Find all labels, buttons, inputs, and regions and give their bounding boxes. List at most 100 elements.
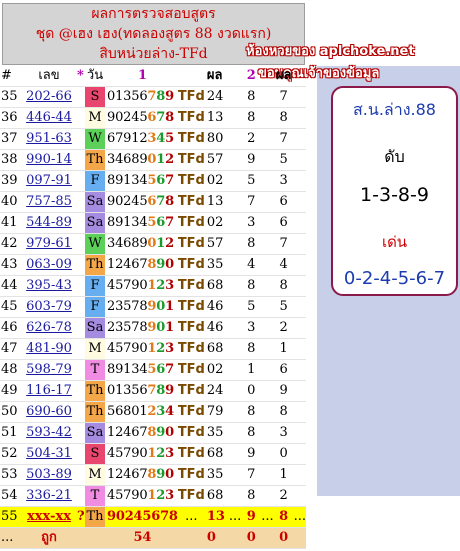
row-number: 39 [0, 170, 21, 192]
row-code-link[interactable]: xxx-xx [21, 506, 77, 528]
panel-title: ส.น.ล่าง.88 [353, 100, 436, 119]
sequence-digit: 0 [156, 299, 166, 314]
gap-cell [293, 86, 307, 108]
digit-2-value: 3 [241, 317, 262, 339]
sequence-digit: 5 [115, 341, 124, 356]
row-code-link[interactable]: 544-89 [21, 212, 77, 234]
sequence-digit: 8 [147, 257, 157, 272]
table-row: 48 598-79 T 89134567 TFd 02 1 6 [0, 359, 307, 381]
sequence-digit: 1 [165, 320, 174, 335]
result-value: 24 [204, 380, 229, 402]
sequence-digit: 8 [107, 173, 116, 188]
sequence-digit: 7 [165, 173, 174, 188]
row-code-link[interactable]: 503-89 [21, 464, 77, 486]
header-digit-1: 1 [105, 66, 178, 87]
sequence-digit: 3 [107, 152, 116, 167]
digit-sequence: 34689012 [105, 233, 178, 255]
sequence-digit: 9 [147, 299, 157, 314]
sequence-digit: 8 [165, 110, 174, 125]
sequence-digit: 5 [165, 131, 174, 146]
gap-cell [261, 170, 274, 192]
sequence-digit: 6 [107, 131, 116, 146]
day-badge: S [85, 86, 105, 108]
row-code-link[interactable]: 690-60 [21, 401, 77, 423]
row-code-link[interactable]: 336-21 [21, 485, 77, 507]
digit-2-value: 7 [241, 464, 262, 486]
sequence-digit: 6 [156, 173, 166, 188]
table-row: 40 757-85 Sa 90245678 TFd 13 7 6 [0, 191, 307, 213]
row-code-link[interactable]: 116-17 [21, 380, 77, 402]
row-star [77, 149, 85, 171]
summary-blank [228, 527, 242, 549]
row-number: 35 [0, 86, 21, 108]
formula-tag: TFd [177, 233, 205, 255]
row-code-link[interactable]: 593-42 [21, 422, 77, 444]
row-code-link[interactable]: 626-78 [21, 317, 77, 339]
result-value: 68 [204, 443, 229, 465]
sequence-digit: 2 [115, 425, 124, 440]
table-header-row: # เลข * วัน 1 ผล 2 ผล [0, 66, 307, 87]
sequence-digit: 1 [107, 257, 116, 272]
dots-cell: ... [177, 506, 205, 528]
result-2-value: 8 [273, 275, 294, 297]
row-star [77, 317, 85, 339]
result-2-value: 1 [273, 464, 294, 486]
gap-cell [261, 380, 274, 402]
row-code-link[interactable]: 481-90 [21, 338, 77, 360]
sequence-digit: 1 [115, 383, 124, 398]
header-title: ผลการตรวจสอบสูตร [91, 6, 216, 22]
day-badge: M [85, 338, 105, 360]
row-code-link[interactable]: 990-14 [21, 149, 77, 171]
row-code-link[interactable]: 063-09 [21, 254, 77, 276]
row-code-link[interactable]: 979-61 [21, 233, 77, 255]
digit-sequence: 45790123 [105, 338, 178, 360]
row-star [77, 422, 85, 444]
header-blank [177, 66, 205, 87]
sequence-digit: 8 [156, 383, 166, 398]
gap-cell [261, 86, 274, 108]
row-code-link[interactable]: 097-91 [21, 170, 77, 192]
row-code-link[interactable]: 603-79 [21, 296, 77, 318]
gap-cell [261, 275, 274, 297]
gap-cell [228, 86, 242, 108]
digit-2-value: 8 [241, 275, 262, 297]
day-badge: T [85, 359, 105, 381]
result-value: 13 [204, 506, 229, 528]
sequence-digit: 8 [165, 194, 174, 209]
gap-cell [228, 128, 242, 150]
row-number: 41 [0, 212, 21, 234]
result-value: 57 [204, 149, 229, 171]
result-value: 13 [204, 191, 229, 213]
day-badge: Sa [85, 317, 105, 339]
result-2-value: 8 [273, 401, 294, 423]
sequence-digit: 1 [156, 152, 166, 167]
digit-2-value: 8 [241, 107, 262, 129]
sequence-digit: 2 [156, 278, 166, 293]
row-number: 42 [0, 233, 21, 255]
header-no: # [0, 66, 21, 87]
row-code-link[interactable]: 598-79 [21, 359, 77, 381]
gap-cell [261, 107, 274, 129]
result-2-value: 5 [273, 149, 294, 171]
formula-tag: TFd [177, 254, 205, 276]
table-row: 54 336-21 T 45790123 TFd 68 8 2 [0, 485, 307, 507]
sequence-digit: 9 [165, 89, 174, 104]
result-2-value: 6 [273, 212, 294, 234]
row-star [77, 275, 85, 297]
row-code-link[interactable]: 951-63 [21, 128, 77, 150]
formula-tag: TFd [177, 191, 205, 213]
sequence-digit: 5 [147, 215, 157, 230]
row-code-link[interactable]: 504-31 [21, 443, 77, 465]
row-code-link[interactable]: 757-85 [21, 191, 77, 213]
summary-blank [77, 527, 85, 549]
row-code-link[interactable]: 395-43 [21, 275, 77, 297]
formula-tag: TFd [177, 212, 205, 234]
sequence-digit: 1 [107, 467, 116, 482]
gap-cell [228, 380, 242, 402]
row-code-link[interactable]: 446-44 [21, 107, 77, 129]
day-badge: F [85, 170, 105, 192]
row-code-link[interactable]: 202-66 [21, 86, 77, 108]
table-row: 45 603-79 F 23578901 TFd 46 5 5 [0, 296, 307, 318]
result-2-value: 7 [273, 233, 294, 255]
gap-cell [293, 317, 307, 339]
